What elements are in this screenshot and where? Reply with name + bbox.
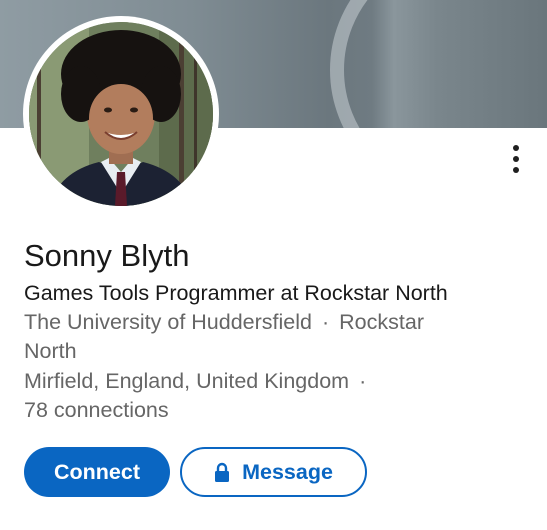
message-button-label: Message (242, 459, 333, 484)
banner-decoration (330, 0, 547, 128)
profile-education-company-line: The University of Huddersfield · Rockstar (24, 307, 424, 337)
profile-headline: Games Tools Programmer at Rockstar North (24, 281, 448, 305)
profile-photo[interactable] (29, 22, 213, 206)
education-link[interactable]: The University of Huddersfield (24, 310, 312, 334)
company-link-part2[interactable]: North (24, 336, 77, 366)
separator-dot: · (359, 369, 367, 393)
profile-name: Sonny Blyth (24, 238, 190, 273)
message-button[interactable]: Message (180, 447, 367, 497)
separator-dot: · (321, 310, 330, 334)
profile-location-line: Mirfield, England, United Kingdom · (24, 366, 376, 396)
more-options-button[interactable] (500, 136, 532, 182)
connections-count[interactable]: 78 connections (24, 395, 169, 425)
company-link-part1[interactable]: Rockstar (339, 310, 424, 334)
more-vertical-icon (513, 145, 519, 151)
connect-button[interactable]: Connect (24, 447, 170, 497)
connect-button-label: Connect (54, 459, 140, 484)
profile-location: Mirfield, England, United Kingdom (24, 369, 350, 393)
profile-photo-frame[interactable] (23, 16, 219, 212)
lock-icon (214, 462, 230, 482)
